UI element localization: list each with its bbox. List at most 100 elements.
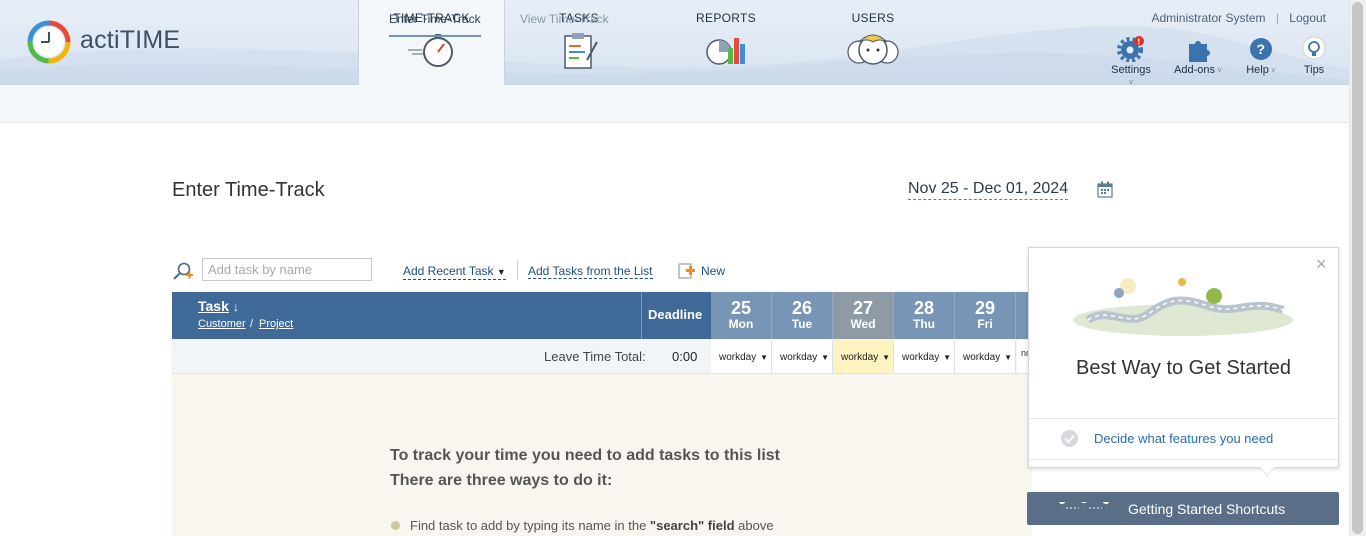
lightbulb-icon xyxy=(1302,36,1326,60)
tab-label: REPORTS xyxy=(696,11,756,25)
tip-text: Find task to add by typing its name in t… xyxy=(410,518,650,533)
settings-label: Settings xyxy=(1111,64,1151,76)
caret-down-icon: ▼ xyxy=(496,267,506,277)
tips-button[interactable]: Tips xyxy=(1299,36,1329,76)
deadline-column-header: Deadline xyxy=(648,307,703,322)
actitime-logo-icon[interactable] xyxy=(27,20,71,64)
day-type-value: workday xyxy=(841,352,879,363)
users-icon xyxy=(847,34,899,65)
scrollbar-thumb[interactable] xyxy=(1352,2,1363,534)
tip-highlight: "search" field xyxy=(649,518,735,533)
sub-navigation xyxy=(0,85,1349,123)
search-add-icon xyxy=(173,262,193,280)
separator: | xyxy=(1275,11,1279,25)
logout-link[interactable]: Logout xyxy=(1289,11,1326,25)
day-number: 27 xyxy=(852,298,874,318)
caret-down-icon: ▼ xyxy=(760,353,768,362)
empty-state-heading: To track your time you need to add tasks… xyxy=(390,447,780,464)
popover-title: Best Way to Get Started xyxy=(1076,357,1291,379)
addons-label: Add-ons xyxy=(1174,64,1216,76)
day-number: 26 xyxy=(791,298,813,318)
route-pins-icon xyxy=(1058,502,1110,514)
popover-divider xyxy=(1029,459,1338,460)
reports-chart-icon xyxy=(706,38,745,65)
caret-down-icon: ▼ xyxy=(1004,353,1012,362)
leave-time-total: 0:00 xyxy=(672,349,698,364)
sort-arrow-icon[interactable]: ↓ xyxy=(233,300,239,314)
leave-time-label: Leave Time Total: xyxy=(544,349,646,364)
day-header-fri: 29 Fri xyxy=(955,292,1016,339)
add-tasks-from-list-link[interactable]: Add Tasks from the List xyxy=(528,264,653,279)
help-label: Help xyxy=(1246,64,1269,76)
puzzle-icon xyxy=(1189,41,1210,62)
tab-label: USERS xyxy=(851,11,895,25)
new-task-icon[interactable] xyxy=(678,262,696,280)
svg-text:?: ? xyxy=(1257,41,1266,57)
getting-started-shortcuts-button[interactable]: Getting Started Shortcuts xyxy=(1027,492,1339,525)
day-number: 28 xyxy=(913,298,935,318)
help-button[interactable]: ? Help ˅ xyxy=(1241,36,1281,76)
tip-text-end: above xyxy=(734,518,774,533)
day-type-value: workday xyxy=(902,352,940,363)
customer-sort-link[interactable]: Customer xyxy=(198,318,246,330)
popover-divider xyxy=(1029,418,1338,419)
empty-state-subheading: There are three ways to do it: xyxy=(390,472,613,489)
day-number: 29 xyxy=(974,298,996,318)
popover-pointer xyxy=(1259,466,1275,475)
check-circle-icon xyxy=(1061,430,1078,447)
tips-label: Tips xyxy=(1303,64,1325,76)
day-name: Thu xyxy=(913,317,935,331)
empty-state-tip: Find task to add by typing its name in t… xyxy=(410,518,774,533)
app-name[interactable]: actiTIME xyxy=(80,26,180,55)
subtab-enter-time-track[interactable]: Enter Time-Track xyxy=(389,12,481,37)
header-slash: / xyxy=(250,318,254,330)
day-header-thu: 28 Thu xyxy=(894,292,955,339)
page-title: Enter Time-Track xyxy=(172,179,325,201)
day-header-mon: 25 Mon xyxy=(711,292,772,339)
add-recent-task-dropdown[interactable]: Add Recent Task ▼ xyxy=(403,264,506,280)
day-header-tue: 26 Tue xyxy=(772,292,833,339)
chevron-down-icon: ˅ xyxy=(1215,66,1222,75)
day-number: 25 xyxy=(730,298,752,318)
decide-features-link[interactable]: Decide what features you need xyxy=(1094,431,1273,446)
date-range-selector[interactable]: Nov 25 - Dec 01, 2024 xyxy=(908,180,1069,200)
day-type-select-mon[interactable]: workday ▼ xyxy=(711,340,772,373)
day-name: Fri xyxy=(977,317,993,331)
tab-users[interactable]: USERS xyxy=(803,0,943,84)
gear-icon: ! xyxy=(1117,36,1144,62)
day-header-wed-today: 27 Wed xyxy=(833,292,894,339)
chevron-down-icon: ˅ xyxy=(1268,66,1276,75)
subtab-view-time-track[interactable]: View Time-Track xyxy=(520,12,609,26)
user-name: Administrator System xyxy=(1151,11,1266,25)
day-type-select-wed[interactable]: workday ▼ xyxy=(833,340,894,373)
day-type-select-tue[interactable]: workday ▼ xyxy=(772,340,833,373)
toolbar-divider xyxy=(517,261,518,280)
settings-alert-badge: ! xyxy=(1138,38,1141,47)
day-type-value: workday xyxy=(719,352,757,363)
close-icon[interactable]: × xyxy=(1316,254,1327,275)
day-type-value: workday xyxy=(963,352,1001,363)
tab-reports[interactable]: REPORTS xyxy=(656,0,796,84)
road-map-illustration xyxy=(1073,278,1293,336)
add-recent-task-label: Add Recent Task xyxy=(403,264,494,278)
project-sort-link[interactable]: Project xyxy=(259,318,293,330)
day-name: Mon xyxy=(728,317,754,331)
caret-down-icon: ▼ xyxy=(943,353,951,362)
user-bar: Administrator System | Logout xyxy=(1151,11,1326,25)
calendar-icon[interactable] xyxy=(1097,181,1113,198)
caret-down-icon: ▼ xyxy=(821,353,829,362)
day-type-select-fri[interactable]: workday ▼ xyxy=(955,340,1016,373)
day-type-select-thu[interactable]: workday ▼ xyxy=(894,340,955,373)
addons-button[interactable]: Add-ons ˅ xyxy=(1172,36,1224,76)
day-name: Tue xyxy=(791,317,813,331)
question-icon: ? xyxy=(1250,38,1272,60)
caret-down-icon: ▼ xyxy=(882,353,890,362)
settings-button[interactable]: ! Settings ˅ xyxy=(1108,36,1154,88)
tasks-clipboard-icon xyxy=(564,33,598,69)
task-search-input[interactable] xyxy=(202,258,372,281)
task-column-header[interactable]: Task xyxy=(198,298,229,314)
getting-started-label: Getting Started Shortcuts xyxy=(1128,501,1286,517)
new-task-link[interactable]: New xyxy=(701,264,725,278)
day-type-value: workday xyxy=(780,352,818,363)
day-name: Wed xyxy=(850,317,876,331)
